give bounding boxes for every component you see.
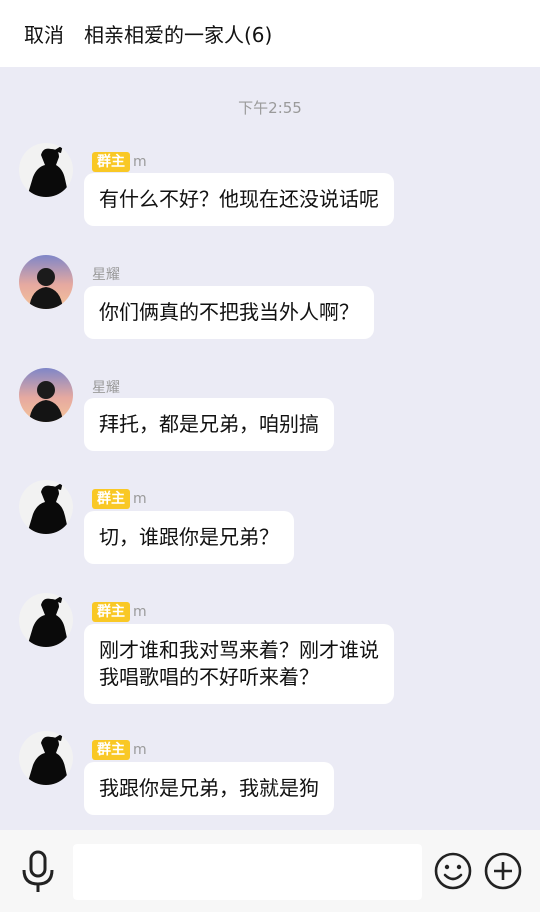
sender-meta: 星耀 xyxy=(92,377,120,397)
avatar[interactable] xyxy=(19,731,73,785)
message-bubble[interactable]: 切，谁跟你是兄弟？ xyxy=(84,511,294,564)
avatar[interactable] xyxy=(19,480,73,534)
input-bar xyxy=(0,830,540,912)
message-bubble[interactable]: 我跟你是兄弟，我就是狗 xyxy=(84,762,334,815)
avatar[interactable] xyxy=(19,255,73,309)
header-bar: 取消 相亲相爱的一家人(6) xyxy=(0,0,540,67)
emoji-icon[interactable] xyxy=(434,852,472,890)
sender-meta: 星耀 xyxy=(92,264,120,284)
message-bubble[interactable]: 刚才谁和我对骂来着？刚才谁说 我唱歌唱的不好听来着？ xyxy=(84,624,394,704)
sender-meta: 群主 m xyxy=(92,740,147,760)
sender-name: 星耀 xyxy=(92,267,120,283)
avatar[interactable] xyxy=(19,143,73,197)
sender-meta: 群主 m xyxy=(92,602,147,622)
message-input[interactable] xyxy=(73,844,422,900)
sender-meta: 群主 m xyxy=(92,489,147,509)
cancel-button[interactable]: 取消 xyxy=(24,19,64,48)
sender-name: m xyxy=(133,154,147,170)
owner-badge: 群主 xyxy=(92,740,130,760)
owner-badge: 群主 xyxy=(92,489,130,509)
owner-badge: 群主 xyxy=(92,152,130,172)
message-bubble[interactable]: 拜托，都是兄弟，咱别搞 xyxy=(84,398,334,451)
message-list[interactable]: 下午2:55 群主 m 有什么不好？他现在还没说话呢 星耀 你们俩真的不把我当外… xyxy=(0,67,540,830)
sender-name: m xyxy=(133,491,147,507)
owner-badge: 群主 xyxy=(92,602,130,622)
sender-name: 星耀 xyxy=(92,380,120,396)
microphone-icon[interactable] xyxy=(18,850,58,894)
message-bubble[interactable]: 有什么不好？他现在还没说话呢 xyxy=(84,173,394,226)
sender-name: m xyxy=(133,742,147,758)
plus-icon[interactable] xyxy=(484,852,522,890)
chat-title: 相亲相爱的一家人(6) xyxy=(84,23,273,47)
message-bubble[interactable]: 你们俩真的不把我当外人啊？ xyxy=(84,286,374,339)
sender-name: m xyxy=(133,604,147,620)
timestamp: 下午2:55 xyxy=(238,99,302,117)
avatar[interactable] xyxy=(19,368,73,422)
avatar[interactable] xyxy=(19,593,73,647)
sender-meta: 群主 m xyxy=(92,152,147,172)
